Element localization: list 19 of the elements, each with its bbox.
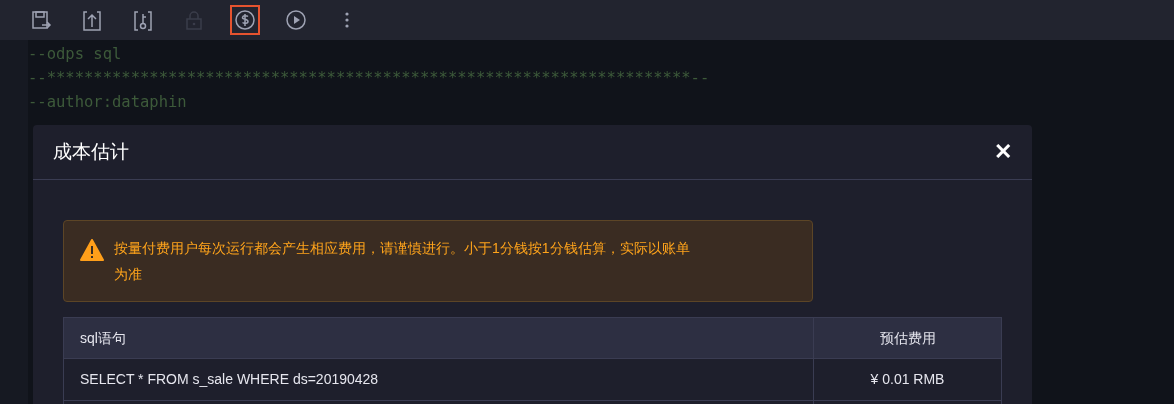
warning-text: 按量付费用户每次运行都会产生相应费用，请谨慎进行。小于1分钱按1分钱估算，实际以账单为准 (114, 239, 691, 284)
column-header: 预估费用 (813, 317, 1002, 359)
code-line: --odps sql (28, 44, 123, 65)
close-button[interactable]: ✕ (994, 141, 1012, 163)
upload-icon (81, 9, 103, 31)
more-icon (345, 12, 349, 28)
code-line: --author:dataphin (28, 92, 188, 113)
toolbar-button[interactable] (230, 5, 260, 35)
lock-icon (183, 9, 205, 31)
dialog-title: 成本估计 (53, 139, 129, 164)
column-header: sql语句 (63, 317, 814, 359)
table-cell: ¥ 0.01 RMB (813, 358, 1002, 401)
code-line: --*********************************************************************-- (28, 68, 710, 89)
table-cell: SELECT * FROM s_sale WHERE ds=20190428 (63, 358, 814, 401)
dollar-icon (234, 9, 256, 31)
warning-icon (80, 239, 104, 261)
save-icon (30, 9, 52, 31)
key-icon (132, 9, 154, 31)
play-icon (285, 9, 307, 31)
